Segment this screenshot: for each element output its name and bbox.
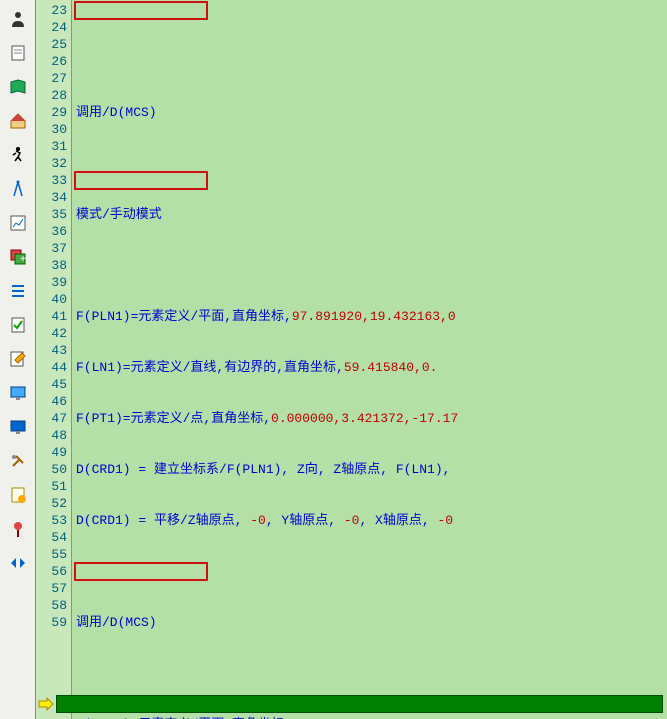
code-line[interactable] bbox=[76, 563, 667, 580]
tool-arrows-icon[interactable] bbox=[2, 547, 34, 579]
line-number: 35 bbox=[36, 206, 67, 223]
code-line[interactable]: 模式/手动模式 bbox=[76, 206, 667, 223]
line-number: 37 bbox=[36, 240, 67, 257]
line-number: 57 bbox=[36, 580, 67, 597]
line-number: 40 bbox=[36, 291, 67, 308]
code-line[interactable]: 调用/D(MCS) bbox=[76, 104, 667, 121]
tool-screen-icon[interactable] bbox=[2, 411, 34, 443]
line-number: 25 bbox=[36, 36, 67, 53]
line-number: 56 bbox=[36, 563, 67, 580]
line-number: 54 bbox=[36, 529, 67, 546]
tool-home-icon[interactable] bbox=[2, 105, 34, 137]
code-line[interactable]: F(LN1)=元素定义/直线,有边界的,直角坐标,59.415840,0. bbox=[76, 359, 667, 376]
tool-chart-icon[interactable] bbox=[2, 207, 34, 239]
line-number: 55 bbox=[36, 546, 67, 563]
line-number: 39 bbox=[36, 274, 67, 291]
line-number: 31 bbox=[36, 138, 67, 155]
tool-person-icon[interactable] bbox=[2, 3, 34, 35]
code-line[interactable] bbox=[76, 257, 667, 274]
line-number: 50 bbox=[36, 461, 67, 478]
line-number: 51 bbox=[36, 478, 67, 495]
line-number: 43 bbox=[36, 342, 67, 359]
vertical-toolbar: + bbox=[0, 0, 36, 719]
line-number: 29 bbox=[36, 104, 67, 121]
tool-newdoc-icon[interactable] bbox=[2, 479, 34, 511]
line-number: 24 bbox=[36, 19, 67, 36]
tool-compass-icon[interactable] bbox=[2, 173, 34, 205]
line-number: 44 bbox=[36, 359, 67, 376]
line-number: 48 bbox=[36, 427, 67, 444]
line-number: 28 bbox=[36, 87, 67, 104]
line-number: 30 bbox=[36, 121, 67, 138]
code-line[interactable]: F(PT1)=元素定义/点,直角坐标,0.000000,3.421372,-17… bbox=[76, 410, 667, 427]
code-line[interactable]: D(CRD1) = 平移/Z轴原点, -0, Y轴原点, -0, X轴原点, -… bbox=[76, 512, 667, 529]
code-line[interactable]: D(CRD1) = 建立坐标系/F(PLN1), Z向, Z轴原点, F(LN1… bbox=[76, 461, 667, 478]
line-number: 59 bbox=[36, 614, 67, 631]
code-editor: 23 24 25 26 27 28 29 30 31 32 33 34 35 3… bbox=[36, 0, 667, 719]
line-number: 33 bbox=[36, 172, 67, 189]
status-bar bbox=[36, 695, 667, 713]
line-number: 23 bbox=[36, 2, 67, 19]
line-number: 27 bbox=[36, 70, 67, 87]
code-area[interactable]: 调用/D(MCS) 模式/手动模式 F(PLN1)=元素定义/平面,直角坐标,9… bbox=[72, 0, 667, 719]
code-line[interactable] bbox=[76, 665, 667, 682]
tool-page-icon[interactable] bbox=[2, 37, 34, 69]
tool-edit-icon[interactable] bbox=[2, 343, 34, 375]
current-line-arrow-icon bbox=[36, 695, 56, 713]
highlight-box bbox=[74, 1, 208, 20]
line-number: 26 bbox=[36, 53, 67, 70]
line-number: 58 bbox=[36, 597, 67, 614]
highlight-box bbox=[74, 171, 208, 190]
tool-tools-icon[interactable] bbox=[2, 445, 34, 477]
tool-pin-icon[interactable] bbox=[2, 513, 34, 545]
line-number-gutter: 23 24 25 26 27 28 29 30 31 32 33 34 35 3… bbox=[36, 0, 72, 719]
line-number: 41 bbox=[36, 308, 67, 325]
tool-book-icon[interactable] bbox=[2, 71, 34, 103]
code-line[interactable] bbox=[76, 155, 667, 172]
line-number: 36 bbox=[36, 223, 67, 240]
tool-list-icon[interactable] bbox=[2, 275, 34, 307]
line-number: 47 bbox=[36, 410, 67, 427]
svg-text:+: + bbox=[20, 255, 26, 266]
line-number: 38 bbox=[36, 257, 67, 274]
code-line[interactable]: 调用/D(MCS) bbox=[76, 614, 667, 631]
tool-add-icon[interactable]: + bbox=[2, 241, 34, 273]
line-number: 49 bbox=[36, 444, 67, 461]
line-number: 52 bbox=[36, 495, 67, 512]
line-number: 53 bbox=[36, 512, 67, 529]
progress-bar bbox=[56, 695, 663, 713]
tool-monitor-icon[interactable] bbox=[2, 377, 34, 409]
tool-run-icon[interactable] bbox=[2, 139, 34, 171]
code-line[interactable]: F(PLN1)=元素定义/平面,直角坐标,97.891920,19.432163… bbox=[76, 308, 667, 325]
line-number: 32 bbox=[36, 155, 67, 172]
line-number: 34 bbox=[36, 189, 67, 206]
line-number: 42 bbox=[36, 325, 67, 342]
tool-checkpage-icon[interactable] bbox=[2, 309, 34, 341]
line-number: 45 bbox=[36, 376, 67, 393]
line-number: 46 bbox=[36, 393, 67, 410]
